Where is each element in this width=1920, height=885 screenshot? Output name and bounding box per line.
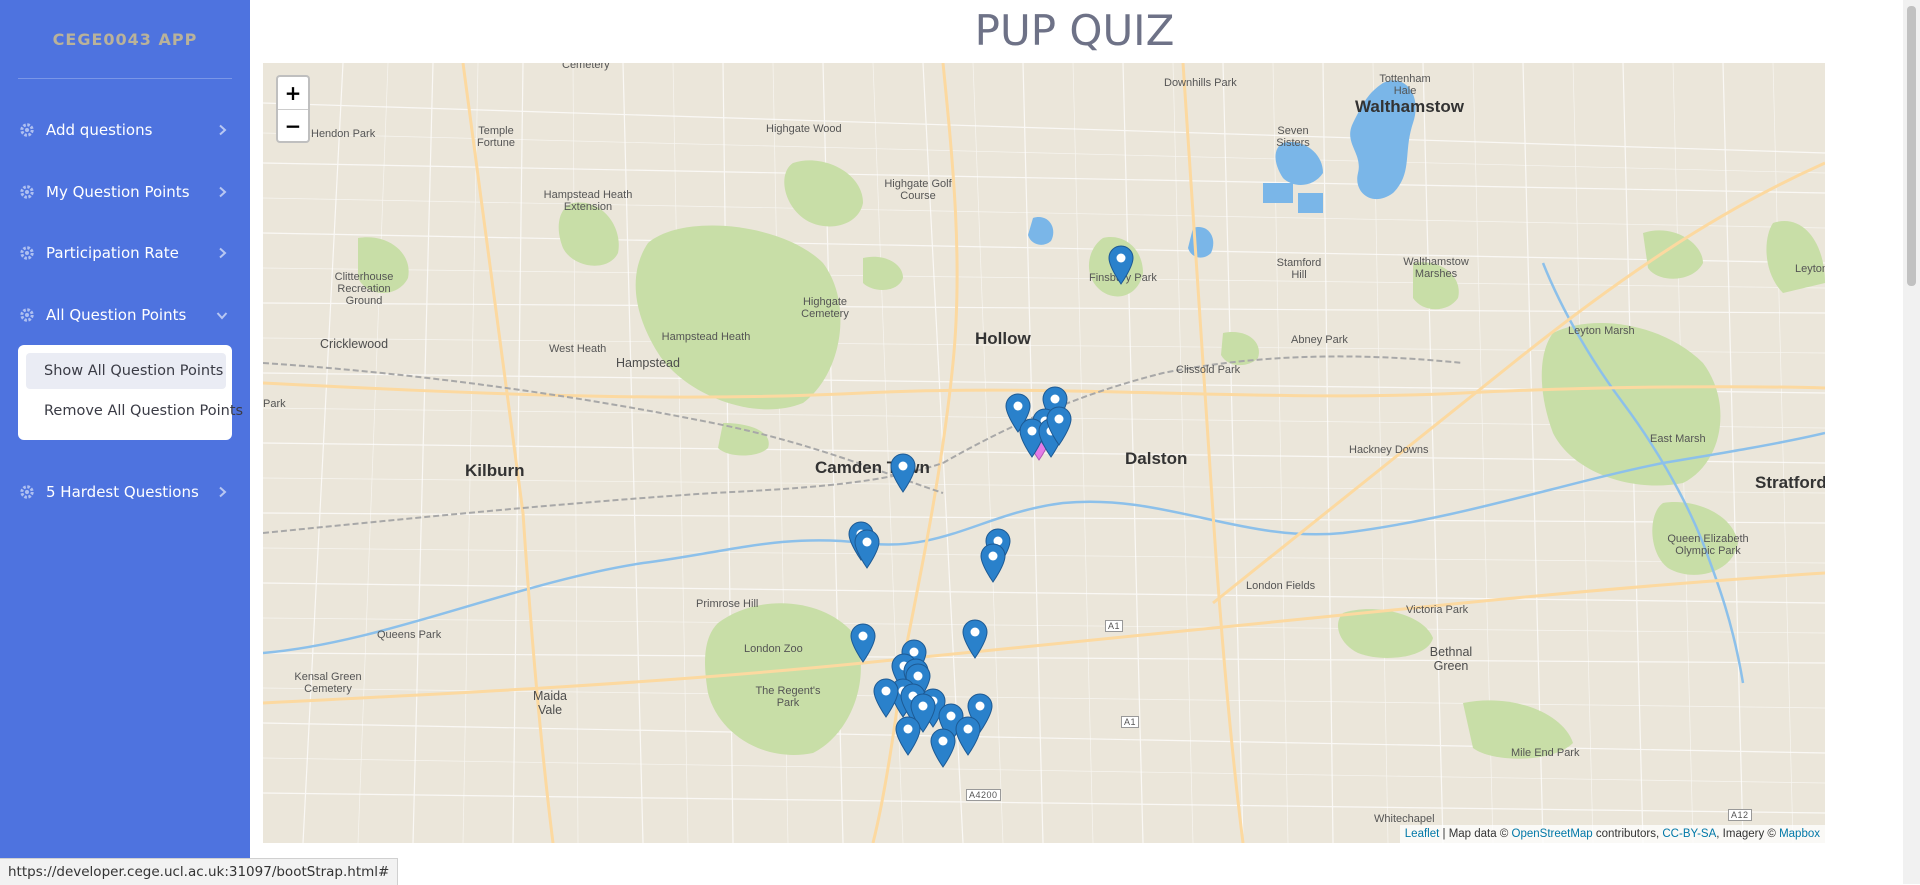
map-marker[interactable]: [890, 453, 916, 493]
chevron-right-icon: [219, 247, 227, 259]
sidebar-item-label: Add questions: [46, 121, 153, 139]
gear-icon: [20, 308, 34, 322]
chevron-down-icon: [216, 312, 228, 320]
leaflet-link[interactable]: Leaflet: [1405, 828, 1440, 840]
sidebar-item-all-question-points[interactable]: All Question Points: [0, 295, 250, 335]
map-marker[interactable]: [873, 678, 899, 718]
mapbox-link[interactable]: Mapbox: [1779, 828, 1820, 840]
sidebar-item-label: All Question Points: [46, 306, 187, 324]
sidebar-item-label: My Question Points: [46, 183, 190, 201]
attribution-text: contributors,: [1592, 828, 1663, 840]
sidebar: CEGE0043 APP Add questions My Question P…: [0, 0, 250, 884]
sidebar-item-hardest-questions[interactable]: 5 Hardest Questions: [0, 472, 250, 512]
zoom-out-button[interactable]: −: [278, 110, 308, 142]
page-scrollbar[interactable]: [1903, 0, 1920, 884]
license-link[interactable]: CC-BY-SA: [1662, 828, 1716, 840]
map-marker[interactable]: [955, 716, 981, 756]
map-pin-icon: [955, 716, 981, 756]
openstreetmap-link[interactable]: OpenStreetMap: [1512, 828, 1593, 840]
chevron-right-icon: [219, 186, 227, 198]
scrollbar-thumb[interactable]: [1907, 6, 1916, 286]
map-marker[interactable]: [1046, 406, 1072, 446]
map-pin-icon: [930, 728, 956, 768]
sidebar-item-label: 5 Hardest Questions: [46, 483, 199, 501]
attribution-text: , Imagery ©: [1716, 828, 1780, 840]
sidebar-brand[interactable]: CEGE0043 APP: [0, 0, 250, 78]
map[interactable]: Walthamstow Kilburn Camden Town Dalston …: [263, 63, 1825, 843]
page-title: PUP QUIZ: [974, 6, 1175, 55]
map-pin-icon: [890, 453, 916, 493]
map-marker[interactable]: [850, 623, 876, 663]
map-marker[interactable]: [1108, 245, 1134, 285]
zoom-control: + −: [276, 75, 310, 143]
page-bottom: [262, 848, 1903, 884]
remove-all-question-points-link[interactable]: Remove All Question Points: [26, 393, 243, 429]
sidebar-item-participation-rate[interactable]: Participation Rate: [0, 233, 250, 273]
gear-icon: [20, 485, 34, 499]
map-marker[interactable]: [930, 728, 956, 768]
map-marker[interactable]: [980, 543, 1006, 583]
map-pin-icon: [854, 529, 880, 569]
map-pin-icon: [895, 716, 921, 756]
show-all-question-points-link[interactable]: Show All Question Points: [26, 353, 226, 389]
map-pin-icon: [1046, 406, 1072, 446]
sidebar-item-label: Participation Rate: [46, 244, 179, 262]
map-pin-icon: [980, 543, 1006, 583]
sidebar-divider: [18, 78, 232, 79]
sidebar-item-add-questions[interactable]: Add questions: [0, 110, 250, 150]
map-marker[interactable]: [895, 716, 921, 756]
gear-icon: [20, 246, 34, 260]
map-pin-icon: [1108, 245, 1134, 285]
map-pin-icon: [962, 619, 988, 659]
gear-icon: [20, 185, 34, 199]
gear-icon: [20, 123, 34, 137]
zoom-in-button[interactable]: +: [278, 77, 308, 110]
map-marker[interactable]: [854, 529, 880, 569]
map-marker[interactable]: [962, 619, 988, 659]
map-attribution: Leaflet | Map data © OpenStreetMap contr…: [1399, 825, 1825, 843]
map-pin-icon: [873, 678, 899, 718]
chevron-right-icon: [219, 486, 227, 498]
sidebar-item-my-question-points[interactable]: My Question Points: [0, 172, 250, 212]
attribution-text: | Map data ©: [1439, 828, 1512, 840]
map-pin-icon: [850, 623, 876, 663]
status-bar-url: https://developer.cege.ucl.ac.uk:31097/b…: [0, 858, 399, 885]
chevron-right-icon: [219, 124, 227, 136]
submenu-all-question-points: Show All Question Points Remove All Ques…: [18, 345, 243, 440]
